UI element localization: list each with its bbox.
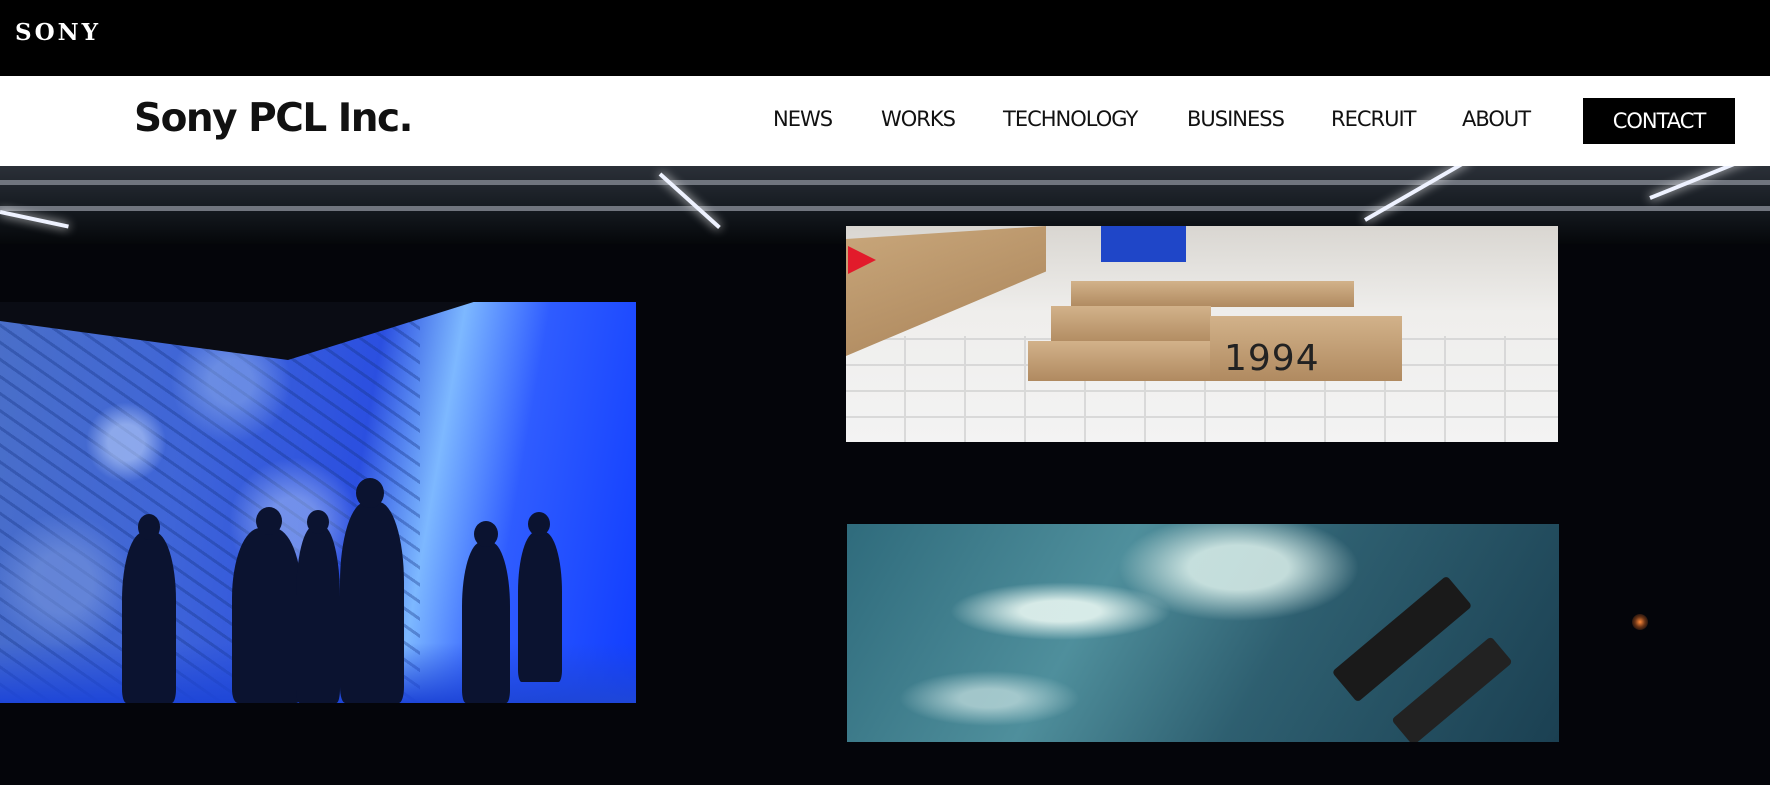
wooden-step — [1028, 341, 1214, 381]
light-beam — [0, 210, 69, 229]
ceiling-rail — [0, 180, 1770, 185]
light-beam — [1364, 166, 1470, 222]
wooden-step — [1071, 281, 1354, 307]
visitor-head — [356, 478, 384, 508]
visitor-silhouette — [232, 528, 302, 703]
site-header: Sony PCL Inc. NEWS WORKS TECHNOLOGY BUSI… — [0, 76, 1770, 166]
nav-business[interactable]: BUSINESS — [1187, 107, 1285, 131]
year-sign: 1994 — [1224, 338, 1320, 379]
visitor-head — [307, 510, 329, 534]
visitor-silhouette — [462, 542, 510, 703]
nav-technology[interactable]: TECHNOLOGY — [1003, 107, 1138, 131]
visitor-silhouette — [122, 532, 176, 703]
nav-recruit[interactable]: RECRUIT — [1331, 107, 1417, 131]
nav-about[interactable]: ABOUT — [1462, 107, 1531, 131]
visitor-head — [138, 514, 160, 540]
visitor-silhouette — [296, 526, 340, 703]
visitor-head — [256, 507, 282, 535]
exhibit-screen-history-steps: 1994 — [846, 226, 1558, 442]
sony-top-bar: SONY — [0, 0, 1770, 76]
ceiling-rail — [0, 206, 1770, 211]
visitor-head — [474, 521, 498, 547]
exhibit-screen-earth-city — [0, 302, 636, 703]
sony-logo[interactable]: SONY — [15, 19, 101, 46]
nav-news[interactable]: NEWS — [773, 107, 833, 131]
visitor-silhouette — [518, 532, 562, 682]
blue-wall-stripe — [1101, 226, 1186, 262]
visitor-silhouette — [340, 502, 404, 703]
site-title-logo[interactable]: Sony PCL Inc. — [134, 96, 414, 141]
exhibit-screen-earth-orbit — [847, 524, 1559, 742]
hero-video: 1994 — [0, 166, 1770, 785]
nav-works[interactable]: WORKS — [881, 107, 956, 131]
wooden-step — [1051, 306, 1211, 344]
ambient-light — [1632, 614, 1648, 630]
visitor-head — [528, 512, 550, 536]
contact-button[interactable]: CONTACT — [1583, 98, 1735, 144]
